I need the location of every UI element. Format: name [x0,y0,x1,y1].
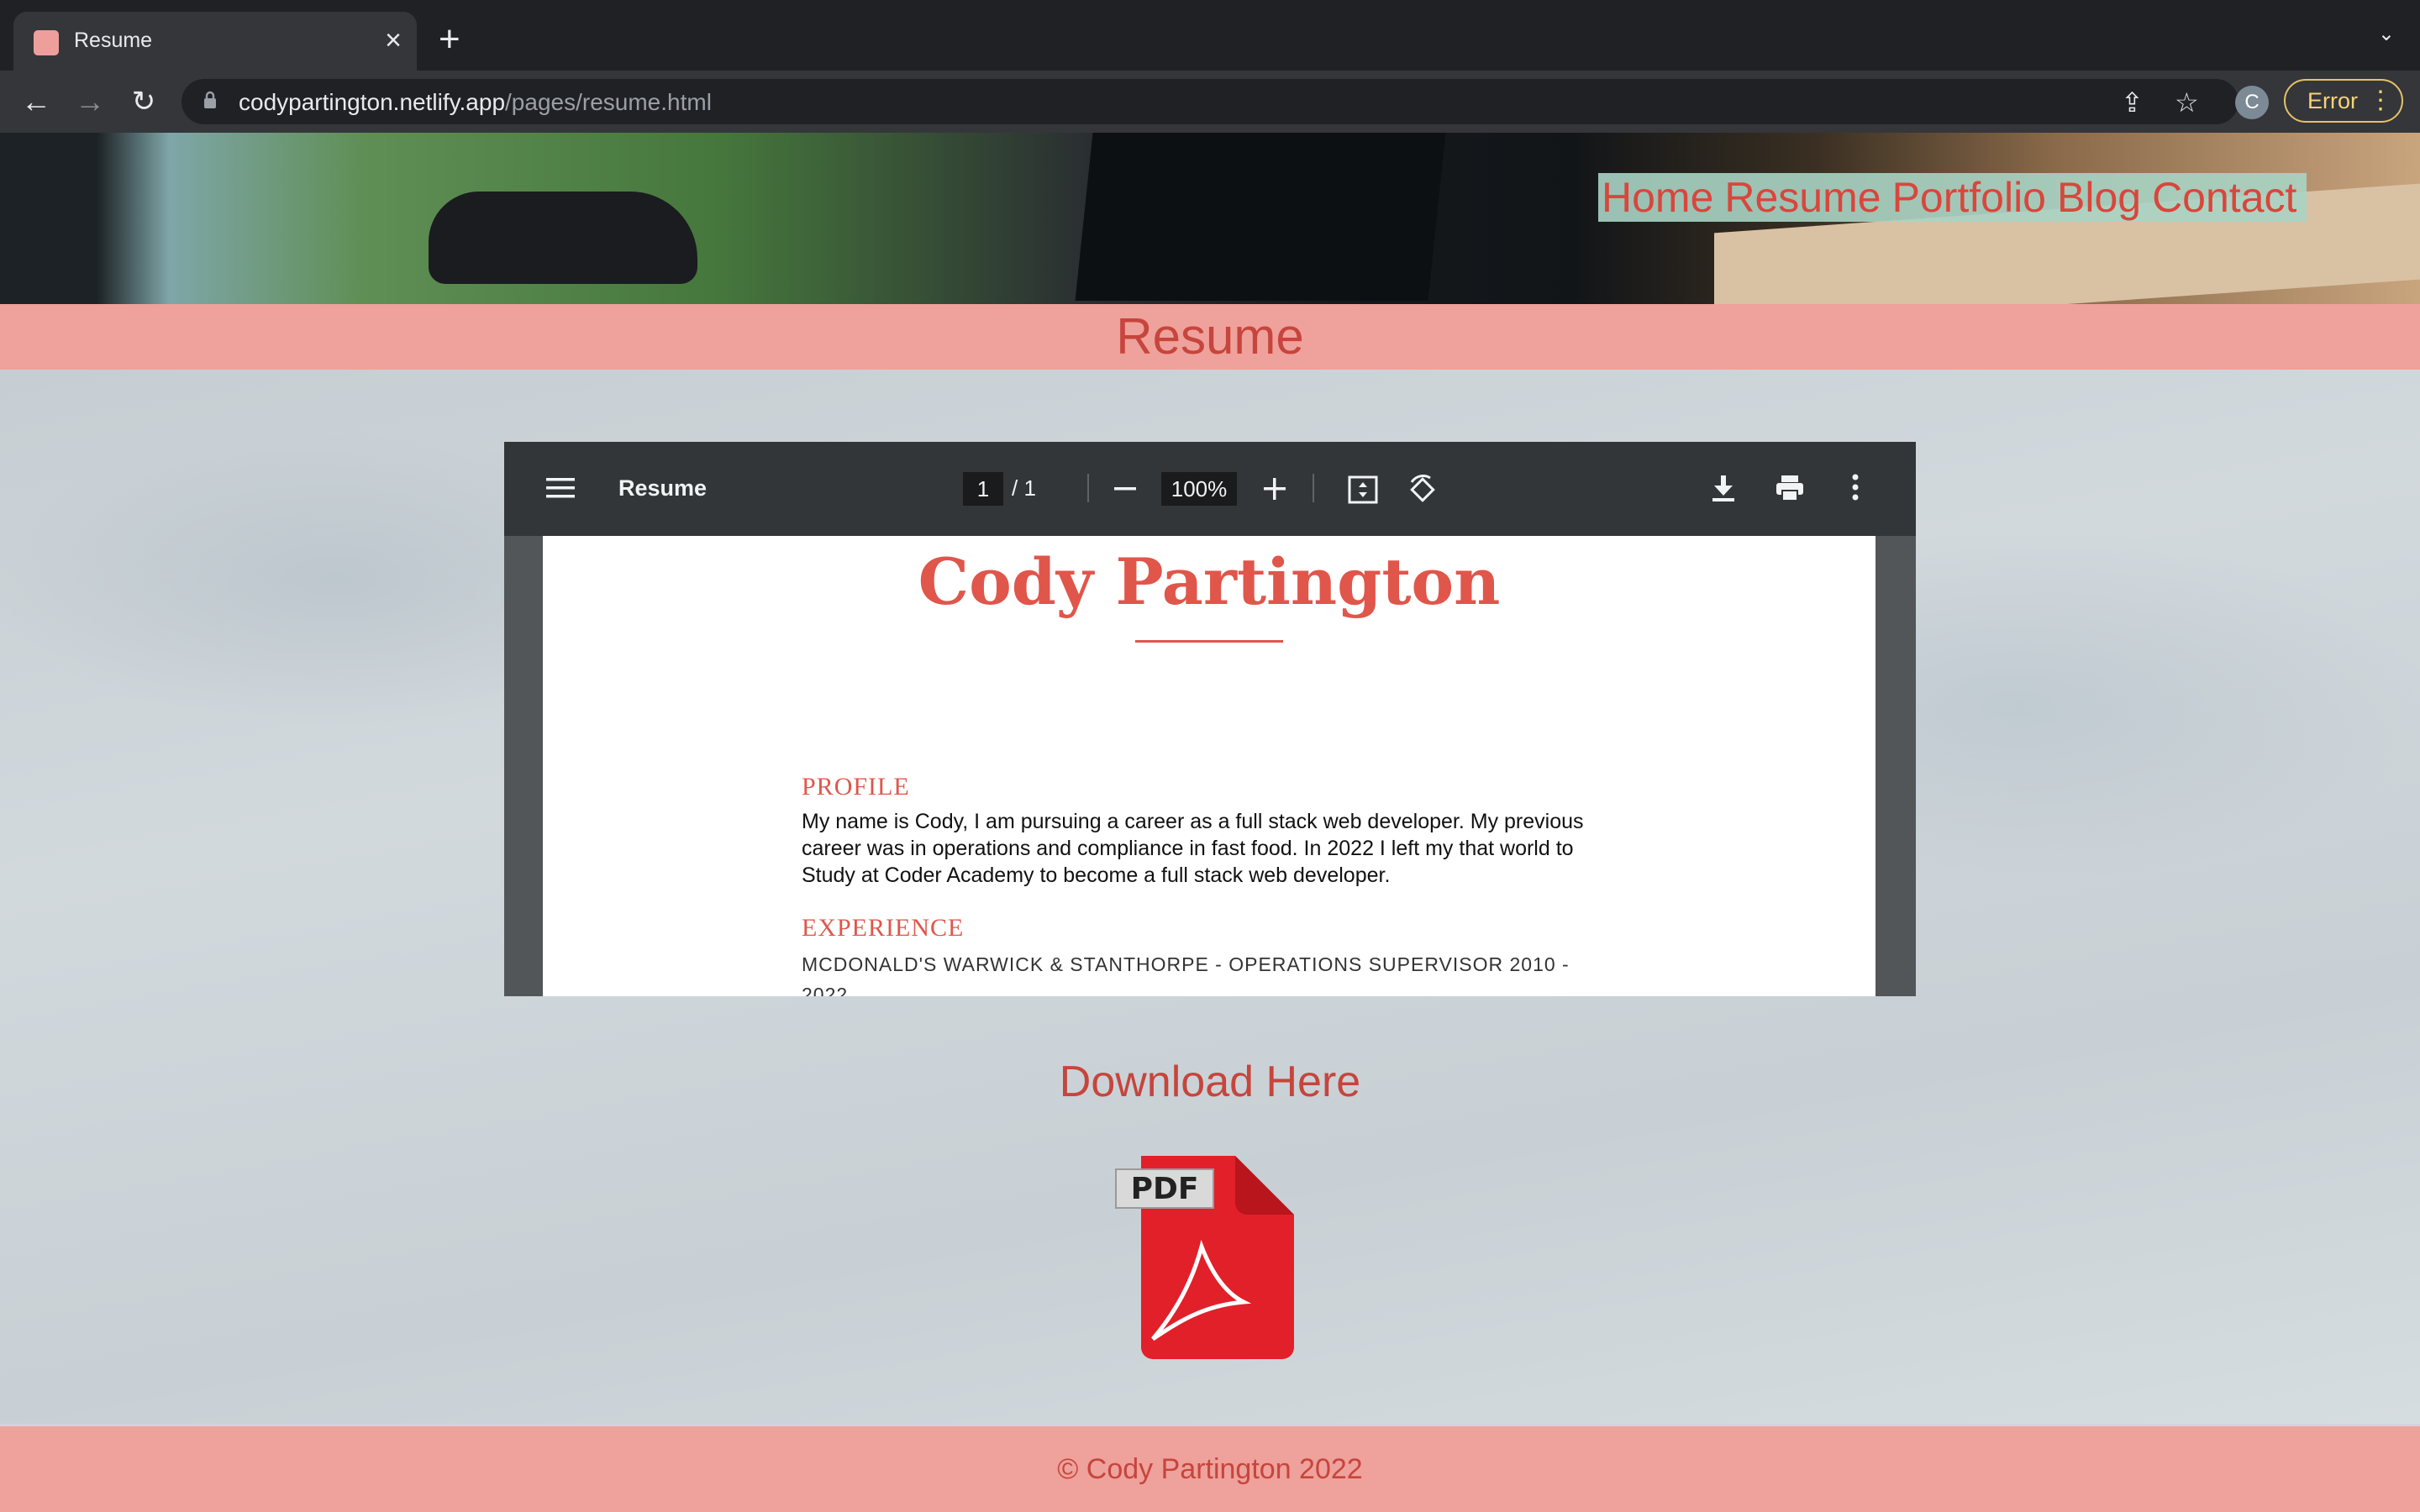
browser-tab-strip: Resume × + ⌄ [0,0,2420,71]
banner-laptop-screen [1075,133,1446,301]
download-icon[interactable] [1711,474,1736,502]
toolbar-divider [1313,474,1314,502]
web-page: Home Resume Portfolio Blog Contact Resume Re… [0,133,2420,1512]
download-heading: Download Here [1059,1058,1361,1106]
kebab-menu-icon: ⋮ [2368,87,2393,114]
footer: © Cody Partington 2022 [0,1426,2420,1512]
banner-car-shape [429,192,697,284]
pdf-title: Resume [618,475,708,501]
job-line: MCDONALD'S WARWICK & STANTHORPE - OPERAT… [802,953,1570,996]
page-title-band: Resume [0,304,2420,370]
header-banner-image: Home Resume Portfolio Blog Contact [0,133,2420,329]
fit-page-icon[interactable] [1348,475,1378,504]
nav-contact-link[interactable]: Contact [2152,174,2296,221]
new-tab-icon[interactable]: + [439,18,460,60]
zoom-in-icon[interactable] [1264,478,1286,500]
pdf-toolbar: Resume 1 / 1 100% [504,442,1916,536]
print-icon[interactable] [1775,474,1805,502]
page-title: Resume [1116,308,1304,365]
profile-heading: PROFILE [802,773,910,801]
back-icon[interactable]: ← [18,84,54,119]
lock-icon [204,91,216,108]
error-button[interactable]: Error ⋮ [2284,79,2403,123]
main-nav: Home Resume Portfolio Blog Contact [1598,173,2307,222]
more-options-icon[interactable] [1852,474,1859,501]
rotate-icon[interactable] [1407,474,1439,506]
share-icon[interactable]: ⇪ [2121,87,2144,118]
zoom-level-input[interactable]: 100% [1161,472,1237,506]
close-tab-icon[interactable]: × [385,24,402,57]
name-underline [1135,640,1283,643]
tab-search-chevron-icon[interactable]: ⌄ [2378,22,2395,46]
reload-icon[interactable]: ↻ [126,84,161,119]
pdf-download-icon[interactable]: PDF [1111,1146,1304,1364]
experience-heading: EXPERIENCE [802,914,965,942]
page-count: / 1 [1012,475,1036,501]
resume-name: Cody Partington [918,544,1501,619]
browser-toolbar: ← → ↻ codypartington.netlify.app/pages/r… [0,71,2420,133]
tab-title: Resume [74,29,153,52]
favicon-icon [34,30,59,55]
toolbar-divider [1087,474,1089,502]
bookmark-star-icon[interactable]: ☆ [2175,87,2199,118]
copyright-text: © Cody Partington 2022 [1057,1453,1363,1485]
profile-avatar[interactable]: C [2235,86,2269,119]
address-bar[interactable]: codypartington.netlify.app/pages/resume.… [182,79,2238,124]
profile-text: My name is Cody, I am pursuing a career … [802,810,1584,887]
pdf-viewer[interactable]: Resume 1 / 1 100% Cody Partington PROFIL… [504,442,1916,996]
nav-portfolio-link[interactable]: Portfolio [1892,174,2046,221]
hamburger-menu-icon[interactable] [546,475,575,501]
zoom-out-icon[interactable] [1114,487,1136,491]
url-text: codypartington.netlify.app/pages/resume.… [239,89,712,115]
nav-blog-link[interactable]: Blog [2057,174,2141,221]
pdf-page: Cody Partington PROFILE My name is Cody,… [543,536,1876,996]
page-number-input[interactable]: 1 [963,472,1003,506]
nav-home-link[interactable]: Home [1602,174,1713,221]
nav-resume-link[interactable]: Resume [1724,174,1881,221]
forward-icon[interactable]: → [72,84,108,119]
pdf-label: PDF [1131,1172,1199,1206]
browser-tab[interactable]: Resume × [13,12,417,71]
